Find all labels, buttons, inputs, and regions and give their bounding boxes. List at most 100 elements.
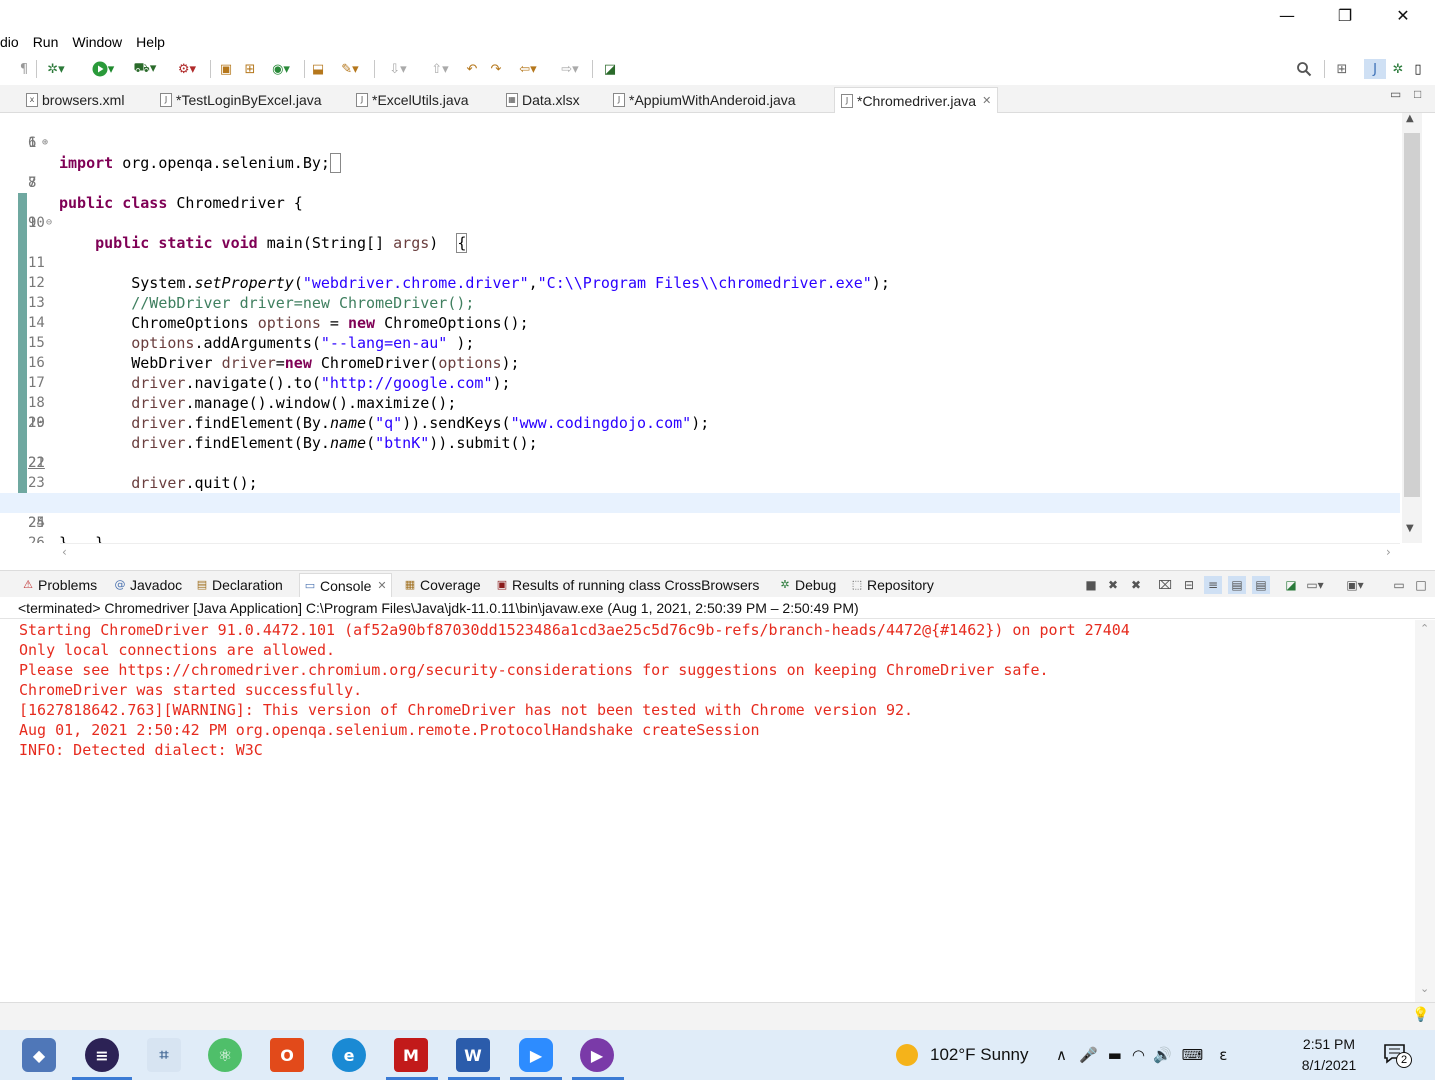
new-package-icon[interactable]: ⊞: [240, 59, 260, 79]
tab-console[interactable]: ▭ Console ✕: [299, 573, 392, 597]
input-language[interactable]: ε: [1219, 1046, 1227, 1064]
close-button[interactable]: ✕: [1374, 0, 1432, 30]
chevron-down-icon[interactable]: ⌄: [1420, 982, 1429, 995]
microphone-icon[interactable]: 🎤: [1079, 1046, 1098, 1064]
chevron-down-icon[interactable]: ▼: [1406, 523, 1414, 534]
minimize-panel-icon[interactable]: ▭: [1390, 576, 1408, 594]
search-icon[interactable]: [1294, 59, 1314, 79]
edge-icon[interactable]: e: [332, 1038, 366, 1072]
keyboard-icon[interactable]: ⌨: [1182, 1046, 1204, 1064]
snipping-tool-icon[interactable]: ⌗: [147, 1038, 181, 1072]
mobile-perspective-icon[interactable]: ▯: [1410, 59, 1426, 79]
java-perspective-icon[interactable]: J: [1364, 59, 1386, 79]
remove-all-launches-icon[interactable]: ✖: [1127, 576, 1145, 594]
eclipse-icon[interactable]: ≡: [85, 1038, 119, 1072]
forward-icon[interactable]: ⇨▾: [552, 59, 588, 79]
tab-testloginbyexcel[interactable]: J *TestLoginByExcel.java: [154, 87, 328, 113]
word-icon[interactable]: W: [456, 1038, 490, 1072]
maximize-panel-icon[interactable]: □: [1412, 576, 1430, 594]
chevron-up-icon[interactable]: ⌃: [1420, 622, 1429, 635]
wifi-icon[interactable]: ◠: [1132, 1046, 1145, 1064]
code-editor[interactable]: 1 ⊕ import org.openqa.selenium.By; 6 7 pu…: [0, 113, 1435, 543]
paragraph-icon[interactable]: ¶: [18, 59, 30, 79]
tab-coverage[interactable]: ▦ Coverage: [400, 573, 485, 597]
open-console-icon[interactable]: ▣▾: [1346, 576, 1364, 594]
tab-appiumwithanderoid[interactable]: J *AppiumWithAnderoid.java: [607, 87, 802, 113]
chevron-up-icon[interactable]: ∧: [1056, 1046, 1067, 1064]
console-scrollbar[interactable]: ⌃ ⌄: [1415, 620, 1435, 1002]
tab-chromedriver[interactable]: J *Chromedriver.java ✕: [834, 87, 999, 113]
search-tool-icon[interactable]: ✎▾: [332, 59, 368, 79]
tab-debug[interactable]: ✲ Debug: [775, 573, 840, 597]
new-class-icon[interactable]: ◉▾: [264, 59, 298, 79]
editor-horizontal-scrollbar[interactable]: ‹ ›: [60, 543, 1400, 561]
maximize-editor-icon[interactable]: □: [1414, 87, 1421, 101]
remove-launch-icon[interactable]: ✖: [1104, 576, 1122, 594]
chevron-right-icon[interactable]: ›: [1386, 545, 1391, 559]
editor-vertical-scrollbar[interactable]: ▲ ▼: [1402, 113, 1422, 543]
scroll-lock-icon[interactable]: ⊟: [1180, 576, 1198, 594]
word-wrap-icon[interactable]: ≡: [1204, 576, 1222, 594]
office-icon[interactable]: O: [270, 1038, 304, 1072]
atom-icon[interactable]: ⚛: [208, 1038, 242, 1072]
previous-annotation-icon[interactable]: ⇧▾: [422, 59, 458, 79]
tab-repository[interactable]: ⬚ Repository: [847, 573, 938, 597]
console-output[interactable]: Starting ChromeDriver 91.0.4472.101 (af5…: [0, 620, 1415, 1002]
java-file-icon: J: [841, 93, 853, 108]
close-icon[interactable]: ✕: [982, 89, 991, 113]
show-console-stderr-icon[interactable]: ▤: [1252, 576, 1270, 594]
display-console-icon[interactable]: ▭▾: [1306, 576, 1324, 594]
media-player-icon[interactable]: ▶: [580, 1038, 614, 1072]
run-icon[interactable]: ▾: [86, 59, 120, 79]
chevron-left-icon[interactable]: ‹: [62, 545, 67, 559]
minimize-editor-icon[interactable]: ▭: [1390, 87, 1401, 101]
notification-center-icon[interactable]: 2: [1384, 1044, 1412, 1068]
chevron-up-icon[interactable]: ▲: [1406, 113, 1414, 124]
tab-declaration[interactable]: ▤ Declaration: [192, 573, 287, 597]
volume-icon[interactable]: 🔊: [1153, 1046, 1172, 1064]
tab-results[interactable]: ▣ Results of running class CrossBrowsers: [492, 573, 763, 597]
code-line: 20: [28, 415, 45, 431]
forward-edit-icon[interactable]: ↷: [486, 59, 506, 79]
scroll-thumb[interactable]: [1404, 133, 1420, 497]
open-perspective-icon[interactable]: ⊞: [1332, 59, 1352, 79]
next-annotation-icon[interactable]: ⇩▾: [380, 59, 416, 79]
external-tools-icon[interactable]: ⚙▾: [170, 59, 204, 79]
weather-widget[interactable]: 102°F Sunny: [896, 1030, 1028, 1080]
tab-javadoc[interactable]: @ Javadoc: [110, 573, 186, 597]
pin-editor-icon[interactable]: ◪: [600, 59, 620, 79]
tip-icon[interactable]: 💡: [1412, 1007, 1429, 1023]
code-line: 8: [28, 175, 37, 191]
terminate-icon[interactable]: ■: [1082, 576, 1100, 594]
show-console-stdout-icon[interactable]: ▤: [1228, 576, 1246, 594]
zoom-icon[interactable]: ▶: [519, 1038, 553, 1072]
coverage-run-icon[interactable]: ⛟▾: [128, 59, 162, 79]
java-file-icon: J: [160, 93, 172, 107]
open-type-icon[interactable]: ⬓: [308, 59, 328, 79]
clock[interactable]: 2:51 PM 8/1/2021: [1285, 1034, 1373, 1076]
tab-data-xlsx[interactable]: ▦ Data.xlsx: [500, 87, 586, 113]
virtualbox-icon[interactable]: ◆: [22, 1038, 56, 1072]
restore-button[interactable]: ❐: [1316, 0, 1374, 30]
menu-help[interactable]: Help: [129, 30, 172, 54]
menu-run[interactable]: Run: [26, 30, 66, 54]
menu-window[interactable]: Window: [65, 30, 129, 54]
menu-studio[interactable]: dio: [0, 30, 26, 54]
debug-run-icon[interactable]: ✲▾: [44, 59, 68, 79]
minimize-button[interactable]: —: [1258, 0, 1316, 30]
close-icon[interactable]: ✕: [377, 574, 386, 598]
mcafee-icon[interactable]: M: [394, 1038, 428, 1072]
battery-icon[interactable]: ▬: [1108, 1046, 1122, 1064]
tab-problems[interactable]: ⚠ Problems: [18, 573, 101, 597]
debug-perspective-icon[interactable]: ✲: [1388, 59, 1408, 79]
tab-excelutils[interactable]: J *ExcelUtils.java: [350, 87, 474, 113]
clear-console-icon[interactable]: ⌧: [1156, 576, 1174, 594]
back-icon[interactable]: ⇦▾: [510, 59, 546, 79]
tab-browsers-xml[interactable]: x browsers.xml: [20, 87, 130, 113]
clock-date: 8/1/2021: [1301, 1057, 1357, 1073]
menu-bar: dio Run Window Help: [0, 30, 1435, 54]
new-java-project-icon[interactable]: ▣: [216, 59, 236, 79]
last-edit-location-icon[interactable]: ↶: [462, 59, 482, 79]
tab-label: Coverage: [420, 577, 481, 593]
pin-console-icon[interactable]: ◪: [1282, 576, 1300, 594]
